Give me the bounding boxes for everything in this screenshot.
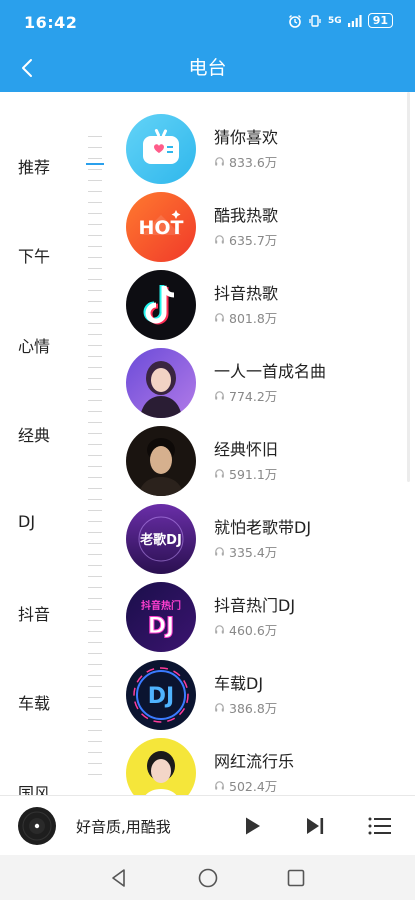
station-cover — [126, 738, 196, 795]
station-title: 经典怀旧 — [214, 440, 279, 459]
headphones-icon — [215, 235, 224, 244]
player-title: 好音质,用酷我 — [76, 818, 171, 836]
station-cover: HOT — [126, 192, 196, 262]
playlist-icon — [368, 817, 391, 835]
play-button[interactable] — [240, 814, 264, 838]
headphones-icon — [215, 781, 224, 790]
play-count: 833.6万 — [214, 152, 277, 171]
station-row[interactable]: 网红流行乐 502.4万 — [126, 738, 406, 795]
cover-text-hot: HOT — [138, 217, 183, 239]
station-row[interactable]: 抖音热歌 801.8万 — [126, 270, 406, 342]
system-recents-button[interactable] — [285, 867, 307, 889]
station-cover: 抖音热门 DJ — [126, 582, 196, 652]
vinyl-disc-icon — [18, 807, 56, 845]
play-count: 591.1万 — [214, 464, 277, 483]
station-row[interactable]: DJ 车载DJ 386.8万 — [126, 660, 406, 732]
station-row[interactable]: 抖音热门 DJ 抖音热门DJ 460.6万 — [126, 582, 406, 654]
play-icon — [246, 817, 260, 835]
play-count-value: 386.8万 — [229, 701, 278, 716]
headphones-icon — [215, 625, 224, 634]
station-cover — [126, 348, 196, 418]
station-row[interactable]: HOT 酷我热歌 635.7万 — [126, 192, 406, 264]
play-count-value: 801.8万 — [229, 311, 278, 326]
station-cover — [126, 426, 196, 496]
play-count-value: 591.1万 — [229, 467, 278, 482]
playlist-button[interactable] — [367, 814, 393, 838]
station-title: 抖音热门DJ — [214, 596, 296, 615]
cover-text-douyin-hot: 抖音热门 — [141, 599, 181, 612]
skip-next-icon — [307, 818, 324, 834]
play-count-value: 635.7万 — [229, 233, 278, 248]
station-title: 抖音热歌 — [214, 284, 279, 303]
headphones-icon — [215, 313, 224, 322]
station-title: 车载DJ — [214, 674, 264, 693]
status-icons: 5G 91 — [288, 13, 393, 28]
cover-text-car-dj: DJ — [148, 684, 174, 709]
station-title: 猜你喜欢 — [214, 128, 279, 147]
play-count: 774.2万 — [214, 386, 277, 405]
headphones-icon — [215, 703, 224, 712]
cover-text-old-dj: 老歌DJ — [139, 532, 182, 548]
system-home-button[interactable] — [197, 867, 219, 889]
mini-player: 好音质,用酷我 — [0, 795, 415, 856]
station-title: 酷我热歌 — [214, 206, 279, 225]
status-bar: 16:42 5G 91 — [0, 0, 415, 44]
station-cover — [126, 114, 196, 184]
play-count: 386.8万 — [214, 698, 277, 717]
square-recents-icon — [287, 869, 305, 887]
station-row[interactable]: 老歌DJ 就怕老歌带DJ 335.4万 — [126, 504, 406, 576]
signal-icon — [347, 14, 362, 27]
network-type: 5G — [328, 15, 342, 26]
station-title: 一人一首成名曲 — [214, 362, 327, 381]
vibrate-icon — [309, 14, 321, 27]
header: 电台 — [0, 44, 415, 92]
alarm-icon — [289, 14, 302, 28]
system-back-button[interactable] — [108, 867, 130, 889]
headphones-icon — [215, 391, 224, 400]
page-title: 电台 — [188, 57, 227, 79]
album-disc[interactable] — [17, 806, 57, 846]
cover-text-dj: DJ — [148, 614, 174, 639]
play-count-value: 502.4万 — [229, 779, 278, 794]
station-row[interactable]: 经典怀旧 591.1万 — [126, 426, 406, 498]
station-title: 网红流行乐 — [214, 752, 295, 771]
next-button[interactable] — [303, 814, 327, 838]
play-count: 635.7万 — [214, 230, 277, 249]
headphones-icon — [215, 157, 224, 166]
station-cover: DJ — [126, 660, 196, 730]
station-cover — [126, 270, 196, 340]
play-count-value: 833.6万 — [229, 155, 278, 170]
headphones-icon — [215, 469, 224, 478]
status-time: 16:42 — [24, 13, 78, 32]
system-nav-bar — [0, 855, 415, 900]
station-title: 就怕老歌带DJ — [214, 518, 312, 537]
play-count-value: 335.4万 — [229, 545, 278, 560]
play-count: 801.8万 — [214, 308, 277, 327]
play-count: 502.4万 — [214, 776, 277, 795]
play-count: 460.6万 — [214, 620, 277, 639]
battery-icon: 91 — [367, 13, 393, 28]
station-cover: 老歌DJ — [126, 504, 196, 574]
circle-home-icon — [198, 868, 218, 888]
triangle-back-icon — [112, 869, 125, 887]
station-row[interactable]: 一人一首成名曲 774.2万 — [126, 348, 406, 420]
headphones-icon — [215, 547, 224, 556]
play-count-value: 774.2万 — [229, 389, 278, 404]
station-row[interactable]: 猜你喜欢 833.6万 — [126, 114, 406, 186]
station-list: 猜你喜欢 833.6万 HOT 酷我热歌 635.7万 抖音热歌 801.8万 … — [0, 92, 415, 795]
play-count: 335.4万 — [214, 542, 277, 561]
play-count-value: 460.6万 — [229, 623, 278, 638]
